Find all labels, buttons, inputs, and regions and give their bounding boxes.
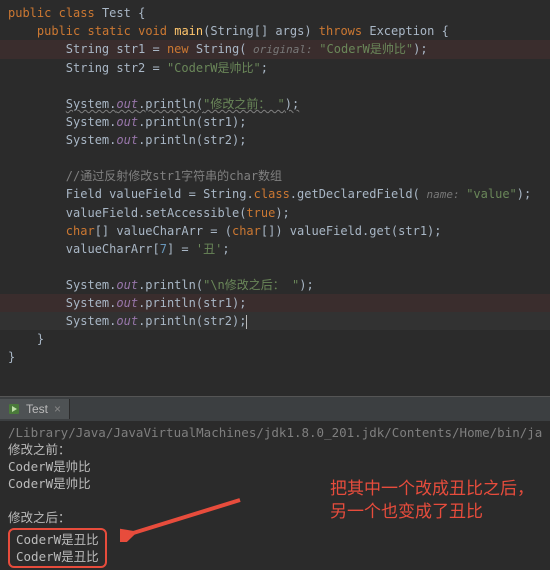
code-line[interactable] [0,77,550,95]
code-line[interactable]: char[] valueCharArr = (char[]) valueFiel… [0,222,550,240]
brace: } [8,350,15,364]
keyword: public [8,6,51,20]
code-line[interactable]: valueField.setAccessible(true); [0,204,550,222]
keyword: static [88,24,131,38]
console-command: /Library/Java/JavaVirtualMachines/jdk1.8… [8,424,542,441]
code-editor[interactable]: public class Test { public static void m… [0,0,550,396]
annotation-line: 把其中一个改成丑比之后， [330,478,534,501]
brace: { [131,6,145,20]
run-tab-test[interactable]: Test × [0,399,70,419]
keyword: new [167,42,189,56]
code-line[interactable]: valueCharArr[7] = '丑'; [0,240,550,258]
code-line[interactable]: System.out.println("修改之前： "); [0,95,550,113]
console-line: CoderW是丑比 [16,548,99,565]
keyword: throws [319,24,362,38]
run-config-icon [8,403,20,415]
field: out [116,97,138,111]
keyword: true [246,206,275,220]
code-line[interactable]: String str1 = new String( original: "Cod… [0,40,550,59]
field: out [116,314,138,328]
field: out [116,115,138,129]
console-line: CoderW是帅比 [8,458,542,475]
code-line[interactable]: //通过反射修改str1字符串的char数组 [0,167,550,185]
code-line[interactable]: System.out.println(str1); [0,113,550,131]
keyword: char [232,224,261,238]
param-hint: name: [420,188,466,201]
console-line: CoderW是丑比 [16,531,99,548]
code-line[interactable]: System.out.println(str1); [0,294,550,312]
field: out [116,278,138,292]
number-literal: 7 [160,242,167,256]
string-literal: "value" [466,187,517,201]
class-name: Test [102,6,131,20]
run-tab-bar: Test × [0,396,550,422]
text-caret [246,315,247,329]
code-line[interactable]: System.out.println("\n修改之后： "); [0,276,550,294]
string-literal: "CoderW是帅比" [167,61,261,75]
console-output[interactable]: /Library/Java/JavaVirtualMachines/jdk1.8… [0,422,550,570]
comment: //通过反射修改str1字符串的char数组 [66,169,282,183]
annotation-line: 另一个也变成了丑比 [330,501,534,524]
code-line[interactable]: String str2 = "CoderW是帅比"; [0,59,550,77]
code-line[interactable]: System.out.println(str2); [0,312,550,330]
code-line[interactable]: public class Test { [0,4,550,22]
brace: } [37,332,44,346]
keyword: class [59,6,95,20]
code-line[interactable]: System.out.println(str2); [0,131,550,149]
annotation-highlight-box: CoderW是丑比 CoderW是丑比 [8,528,107,568]
annotation-text: 把其中一个改成丑比之后， 另一个也变成了丑比 [330,478,534,524]
string-literal: "\n修改之后： " [203,278,299,292]
keyword: class [254,187,290,201]
keyword: char [66,224,95,238]
string-literal: "CoderW是帅比" [319,42,413,56]
code-line[interactable]: } [0,330,550,348]
field: out [116,296,138,310]
code-line[interactable] [0,258,550,276]
string-literal: "修改之前： " [203,97,285,111]
keyword: void [138,24,167,38]
code-line[interactable]: Field valueField = String.class.getDecla… [0,185,550,204]
code-line[interactable]: public static void main(String[] args) t… [0,22,550,40]
code-line[interactable] [0,149,550,167]
method-name: main [174,24,203,38]
field: out [116,133,138,147]
close-icon[interactable]: × [54,402,61,416]
keyword: public [37,24,80,38]
run-tab-label: Test [26,402,48,416]
char-literal: '丑' [196,242,222,256]
code-line[interactable]: } [0,348,550,366]
console-line: 修改之前： [8,441,542,458]
param-hint: original: [246,43,319,56]
